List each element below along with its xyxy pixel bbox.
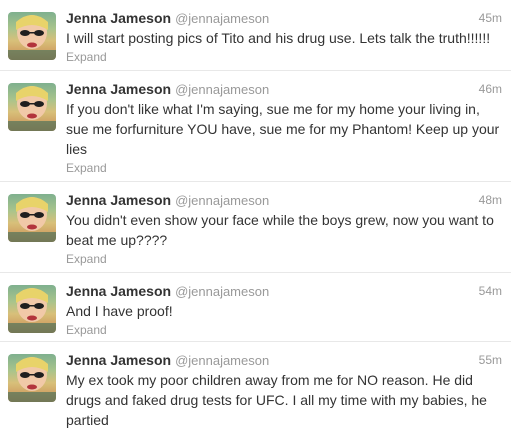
tweet-header: Jenna Jameson @jennajameson [66,9,503,27]
tweet-timeline: Jenna Jameson @jennajameson 45m I will st… [0,0,511,433]
tweet-text: And I have proof! [66,303,173,319]
avatar[interactable] [8,12,56,60]
avatar-image [8,15,56,60]
tweet-username[interactable]: @jennajameson [175,284,269,299]
tweet-fullname[interactable]: Jenna Jameson [66,283,171,299]
tweet[interactable]: Jenna Jameson @jennajameson 48m You didn'… [0,182,511,273]
tweet-header: Jenna Jameson @jennajameson [66,191,503,209]
tweet-text: I will start posting pics of Tito and hi… [66,30,491,46]
tweet-username[interactable]: @jennajameson [175,193,269,208]
avatar-image [8,357,56,402]
tweet[interactable]: Jenna Jameson @jennajameson 46m If you do… [0,71,511,182]
tweet-text: My ex took my poor children away from me… [66,372,487,428]
tweet-fullname[interactable]: Jenna Jameson [66,10,171,26]
avatar[interactable] [8,194,56,242]
tweet-fullname[interactable]: Jenna Jameson [66,192,171,208]
tweet-username[interactable]: @jennajameson [175,11,269,26]
tweet-header: Jenna Jameson @jennajameson [66,282,503,300]
expand-link[interactable]: Expand [66,160,503,176]
tweet-timestamp[interactable]: 45m [479,9,502,27]
tweet-text: If you don't like what I'm saying, sue m… [66,101,500,157]
expand-link[interactable]: Expand [66,49,503,65]
tweet-timestamp[interactable]: 48m [479,191,502,209]
tweet-fullname[interactable]: Jenna Jameson [66,352,171,368]
tweet[interactable]: Jenna Jameson @jennajameson 55m My ex too… [0,342,511,433]
tweet-fullname[interactable]: Jenna Jameson [66,81,171,97]
avatar-image [8,197,56,242]
tweet-timestamp[interactable]: 54m [479,282,502,300]
avatar-image [8,288,56,333]
tweet-text: You didn't even show your face while the… [66,212,494,248]
avatar[interactable] [8,354,56,402]
avatar[interactable] [8,83,56,131]
avatar-image [8,86,56,131]
tweet-username[interactable]: @jennajameson [175,82,269,97]
tweet-timestamp[interactable]: 46m [479,80,502,98]
tweet-timestamp[interactable]: 55m [479,351,502,369]
tweet-header: Jenna Jameson @jennajameson [66,80,503,98]
expand-link[interactable]: Expand [66,251,503,267]
tweet-username[interactable]: @jennajameson [175,353,269,368]
avatar[interactable] [8,285,56,333]
tweet[interactable]: Jenna Jameson @jennajameson 54m And I hav… [0,273,511,342]
tweet-header: Jenna Jameson @jennajameson [66,351,503,369]
expand-link[interactable]: Expand [66,322,503,338]
tweet[interactable]: Jenna Jameson @jennajameson 45m I will st… [0,0,511,71]
